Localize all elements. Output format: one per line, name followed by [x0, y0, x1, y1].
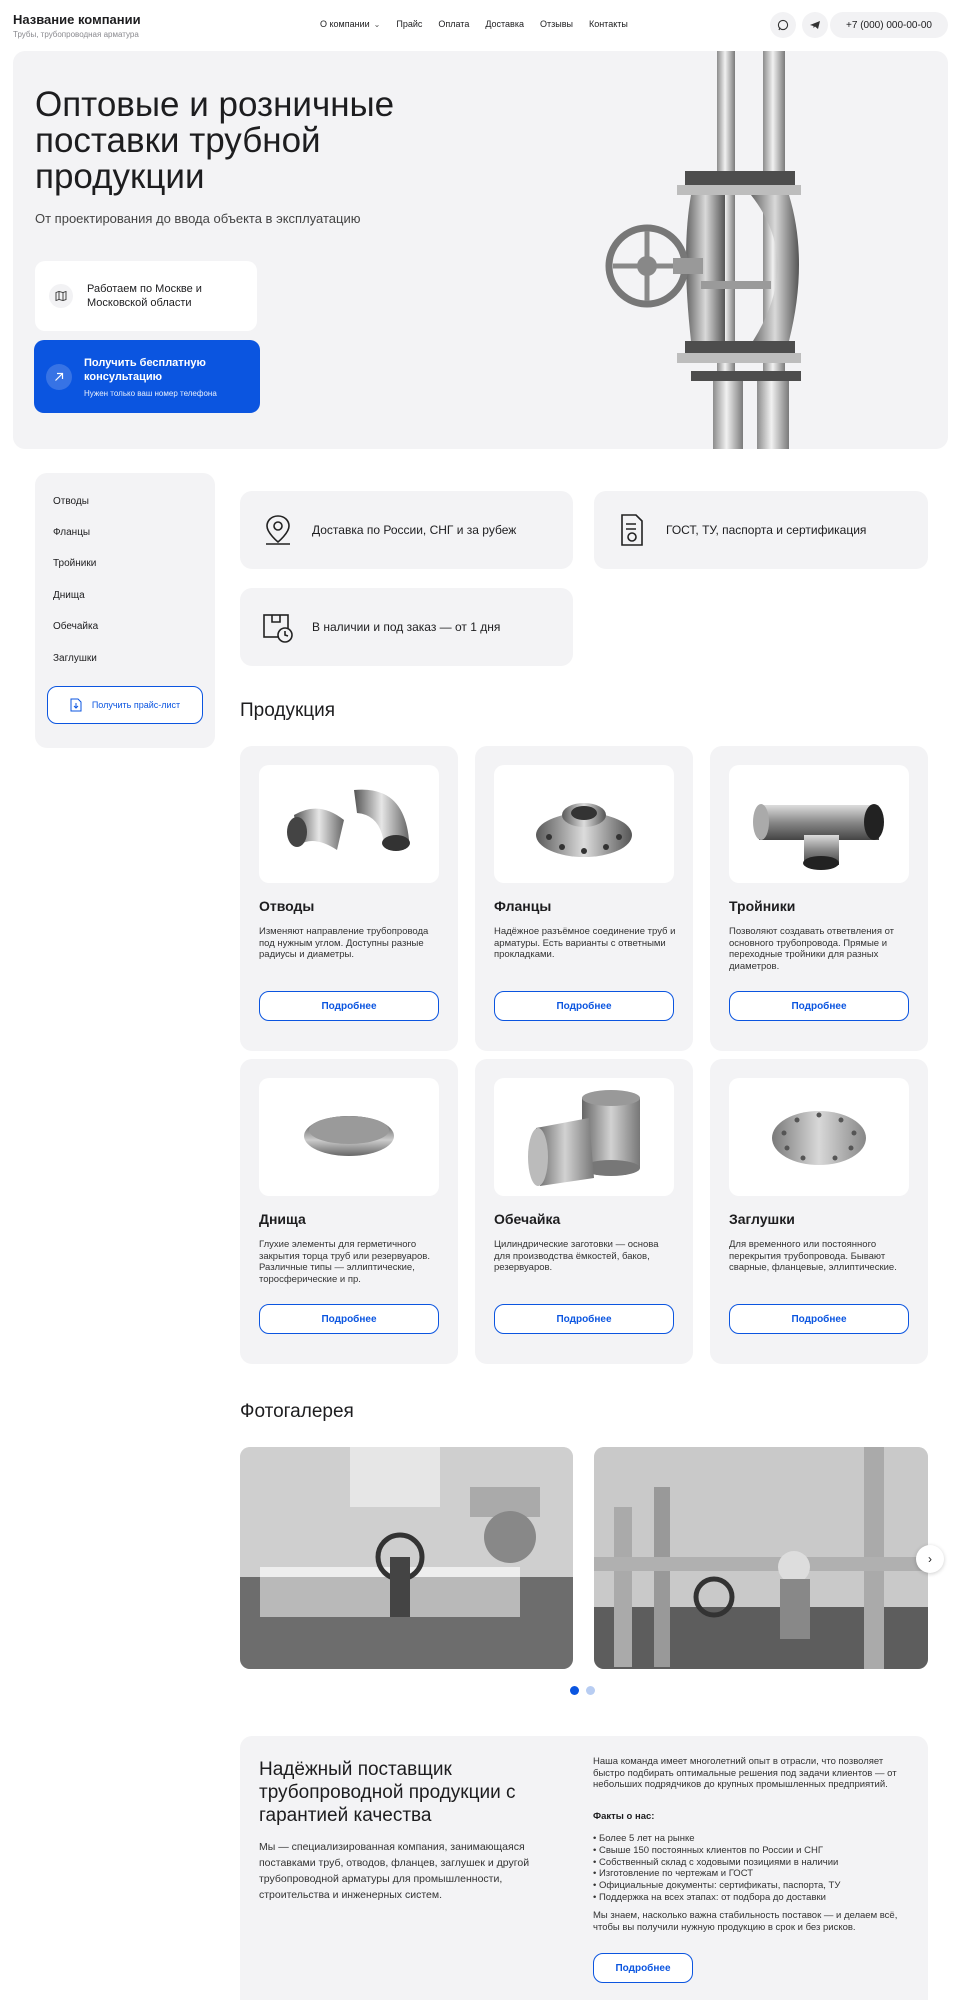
product-name: Обечайка: [494, 1211, 561, 1227]
phone-button[interactable]: +7 (000) 000-00-00: [830, 12, 948, 38]
consultation-subtitle: Нужен только ваш номер телефона: [84, 388, 217, 398]
product-description: Позволяют создавать ответвления от основ…: [729, 926, 895, 972]
nav-item-delivery[interactable]: Доставка: [485, 19, 524, 29]
price-list-button[interactable]: Получить прайс-лист: [47, 686, 203, 724]
gallery-title: Фотогалерея: [240, 1401, 354, 1422]
gallery-photo-1[interactable]: [240, 1447, 573, 1669]
product-description: Для временного или постоянного перекрыти…: [729, 1239, 897, 1273]
hero-title: Оптовые и розничные поставки трубной про…: [35, 85, 395, 196]
price-list-label: Получить прайс-лист: [91, 700, 181, 710]
map-pin-icon: [266, 515, 290, 545]
feature-delivery: Доставка по России, СНГ и за рубеж: [240, 491, 573, 569]
whatsapp-icon: [777, 19, 789, 31]
product-description: Надёжное разъёмное соединение труб и арм…: [494, 926, 676, 960]
nav-item-payment[interactable]: Оплата: [438, 19, 469, 29]
certificate-icon: [621, 514, 643, 546]
whatsapp-button[interactable]: [770, 12, 796, 38]
list-item: • Свыше 150 постоянных клиентов по Росси…: [593, 1844, 823, 1856]
product-name: Днища: [259, 1211, 306, 1227]
company-name[interactable]: Название компании: [13, 12, 141, 27]
pipeline-valves-image: [605, 51, 801, 449]
telegram-button[interactable]: [802, 12, 828, 38]
list-item: • Изготовление по чертежам и ГОСТ: [593, 1868, 754, 1880]
region-text: Работаем по Москве и Московской области: [87, 283, 202, 309]
catalog-sidebar: Отводы Фланцы Тройники Днища Обечайка За…: [35, 473, 215, 748]
product-description: Глухие элементы для герметичного закрыти…: [259, 1239, 430, 1285]
product-name: Отводы: [259, 898, 315, 914]
region-card: Работаем по Москве и Московской области: [35, 261, 257, 331]
hero-subtitle: От проектирования до ввода объекта в экс…: [35, 211, 361, 226]
product-more-button[interactable]: Подробнее: [259, 991, 439, 1021]
sidebar-item-dnishcha[interactable]: Днища: [53, 590, 85, 601]
sidebar-item-obechayka[interactable]: Обечайка: [53, 621, 98, 632]
product-more-button[interactable]: Подробнее: [494, 1304, 674, 1334]
products-title: Продукция: [240, 700, 336, 721]
product-card-otvody: Отводы Изменяют направление трубопровода…: [240, 746, 458, 1051]
document-download-icon: [70, 698, 82, 712]
list-item: • Поддержка на всех этапах: от подбора д…: [593, 1891, 826, 1903]
list-item: • Более 5 лет на рынке: [593, 1833, 695, 1844]
product-image: [259, 1078, 439, 1196]
product-name: Заглушки: [729, 1211, 795, 1227]
about-description: Мы — специализированная компания, занима…: [259, 1841, 530, 1901]
about-title: Надёжный поставщик трубопроводной продук…: [259, 1759, 516, 1826]
consultation-title: Получить бесплатную консультацию: [84, 356, 206, 383]
chevron-down-icon: ⌄: [373, 20, 381, 29]
product-card-zaglushki: Заглушки Для временного или постоянного …: [710, 1059, 928, 1364]
product-description: Цилиндрические заготовки — основа для пр…: [494, 1239, 659, 1273]
telegram-icon: [810, 21, 820, 29]
map-icon: [49, 284, 73, 308]
about-section: Надёжный поставщик трубопроводной продук…: [240, 1736, 928, 2000]
sidebar-item-zaglushki[interactable]: Заглушки: [53, 653, 97, 664]
product-image: [494, 1078, 674, 1196]
hero-section: Оптовые и розничные поставки трубной про…: [13, 51, 948, 449]
feature-availability-text: В наличии и под заказ — от 1 дня: [312, 620, 501, 634]
product-card-flantsy: Фланцы Надёжное разъёмное соединение тру…: [475, 746, 693, 1051]
gallery-photo-2[interactable]: [594, 1447, 928, 1669]
product-more-button[interactable]: Подробнее: [259, 1304, 439, 1334]
product-more-button[interactable]: Подробнее: [729, 1304, 909, 1334]
product-name: Фланцы: [494, 898, 552, 914]
product-description: Изменяют направление трубопровода под ну…: [259, 926, 429, 960]
gallery-dot-active[interactable]: [570, 1686, 579, 1695]
feature-availability: В наличии и под заказ — от 1 дня: [240, 588, 573, 666]
product-image: [259, 765, 439, 883]
about-outro: Мы знаем, насколько важна стабильность п…: [593, 1910, 898, 1933]
product-image: [494, 765, 674, 883]
company-tagline: Трубы, трубопроводная арматура: [13, 30, 139, 39]
product-name: Тройники: [729, 898, 796, 914]
box-clock-icon: [263, 614, 293, 643]
product-image: [729, 765, 909, 883]
sidebar-item-troyniki[interactable]: Тройники: [53, 558, 96, 569]
product-card-troyniki: Тройники Позволяют создавать ответвления…: [710, 746, 928, 1051]
product-more-button[interactable]: Подробнее: [494, 991, 674, 1021]
about-facts-title: Факты о нас:: [593, 1811, 655, 1822]
site-header: Название компании Трубы, трубопроводная …: [0, 0, 960, 50]
nav-item-about[interactable]: О компании ⌄: [320, 19, 380, 29]
sidebar-item-flantsy[interactable]: Фланцы: [53, 527, 90, 538]
sidebar-item-otvody[interactable]: Отводы: [53, 496, 89, 507]
about-intro: Наша команда имеет многолетний опыт в от…: [593, 1756, 897, 1790]
list-item: • Официальные документы: сертификаты, па…: [593, 1880, 841, 1892]
nav-item-reviews[interactable]: Отзывы: [540, 19, 573, 29]
product-card-dnishcha: Днища Глухие элементы для герметичного з…: [240, 1059, 458, 1364]
gallery-dot[interactable]: [586, 1686, 595, 1695]
list-item: • Собственный склад с ходовыми позициями…: [593, 1856, 839, 1868]
feature-certification: ГОСТ, ТУ, паспорта и сертификация: [594, 491, 928, 569]
consultation-button[interactable]: Получить бесплатную консультацию Нужен т…: [34, 340, 260, 413]
feature-certification-text: ГОСТ, ТУ, паспорта и сертификация: [666, 523, 867, 537]
product-card-obechayka: Обечайка Цилиндрические заготовки — осно…: [475, 1059, 693, 1364]
about-more-button[interactable]: Подробнее: [593, 1953, 693, 1983]
nav-item-price[interactable]: Прайс: [396, 19, 422, 29]
product-image: [729, 1078, 909, 1196]
nav-item-contacts[interactable]: Контакты: [589, 19, 628, 29]
product-more-button[interactable]: Подробнее: [729, 991, 909, 1021]
gallery-next-arrow[interactable]: ›: [916, 1545, 944, 1573]
about-facts-list: • Более 5 лет на рынке • Свыше 150 посто…: [593, 1833, 840, 1904]
arrow-up-right-icon: [46, 363, 72, 390]
nav-item-label: О компании: [320, 19, 370, 29]
main-nav: О компании ⌄ Прайс Оплата Доставка Отзывы…: [320, 19, 628, 29]
feature-delivery-text: Доставка по России, СНГ и за рубеж: [312, 523, 517, 537]
